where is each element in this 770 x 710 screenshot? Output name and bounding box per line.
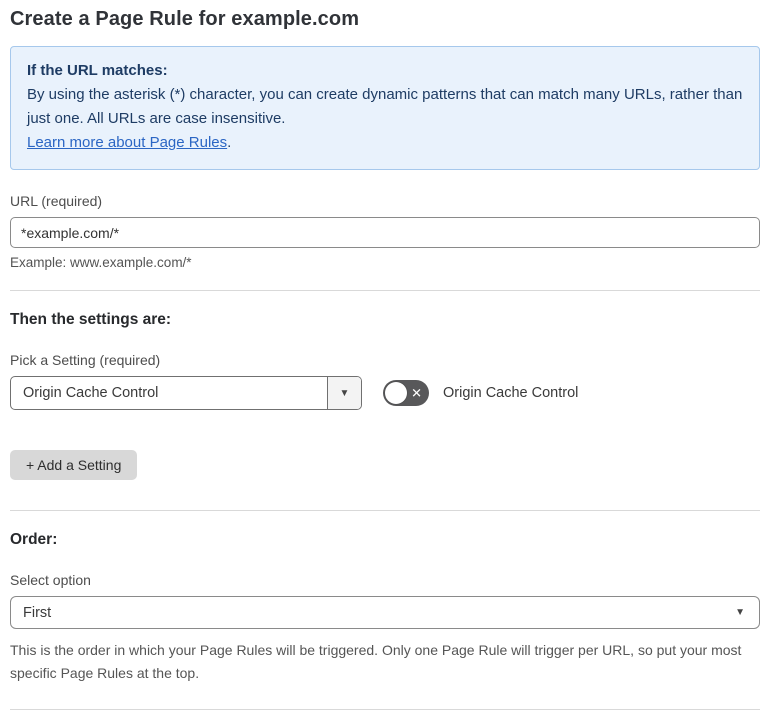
toggle-knob	[385, 382, 407, 404]
divider	[10, 290, 760, 291]
learn-more-link[interactable]: Learn more about Page Rules	[27, 134, 227, 151]
order-select-value: First	[23, 604, 52, 621]
settings-section-heading: Then the settings are:	[10, 311, 172, 328]
origin-cache-control-toggle[interactable]: ✕	[383, 380, 429, 406]
x-icon: ✕	[411, 385, 422, 401]
url-field-label: URL (required)	[10, 193, 103, 209]
setting-select-arrow-button[interactable]: ▼	[327, 377, 361, 409]
url-example-helper: Example: www.example.com/*	[10, 255, 192, 270]
add-setting-button[interactable]: + Add a Setting	[10, 450, 138, 480]
toggle-label: Origin Cache Control	[443, 385, 579, 401]
info-box-body: By using the asterisk (*) character, you…	[27, 86, 743, 127]
link-suffix: .	[227, 134, 232, 151]
pick-setting-label: Pick a Setting (required)	[10, 352, 161, 368]
order-select-wrap: First ▼	[10, 596, 760, 629]
setting-row: Origin Cache Control ▼ ✕ Origin Cache Co…	[10, 376, 760, 410]
divider	[10, 510, 760, 511]
url-input[interactable]	[10, 217, 760, 248]
url-match-info-box: If the URL matches: By using the asteris…	[10, 46, 760, 170]
order-section-heading: Order:	[10, 531, 58, 548]
order-helper-text: This is the order in which your Page Rul…	[10, 642, 742, 681]
create-page-rule-form: Create a Page Rule for example.com If th…	[0, 0, 770, 710]
caret-down-icon: ▼	[339, 387, 350, 399]
order-select[interactable]: First ▼	[10, 596, 760, 629]
setting-select[interactable]: Origin Cache Control ▼	[10, 376, 362, 410]
setting-select-value: Origin Cache Control	[23, 385, 159, 401]
order-select-label: Select option	[10, 572, 91, 588]
caret-down-icon: ▼	[735, 607, 745, 618]
page-title: Create a Page Rule for example.com	[10, 8, 360, 30]
info-box-heading: If the URL matches:	[27, 62, 168, 79]
info-box-link-line: Learn more about Page Rules.	[27, 131, 743, 155]
